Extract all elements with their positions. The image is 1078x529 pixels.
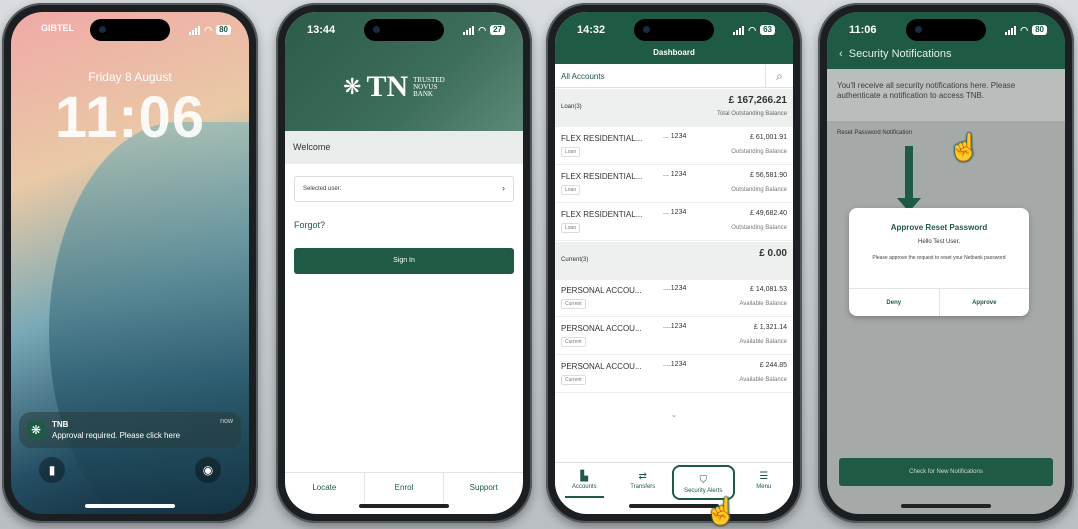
login-screen: ❋ TN TRUSTED NOVUS BANK 13:44 ◠ 27 Welco… [285, 12, 523, 514]
all-accounts-tab[interactable]: All Accounts [561, 72, 605, 81]
lock-date: Friday 8 August [88, 70, 172, 84]
signal-icon [733, 25, 745, 35]
signal-icon [189, 25, 201, 35]
selected-user-field[interactable]: Selected user: › [294, 176, 514, 202]
phone-lock-screen: GIBTEL ◠ 80 Friday 8 August 11:06 ❋ TNB … [2, 3, 258, 523]
group-total: £ 0.00 [759, 248, 787, 259]
carrier-label: GIBTEL [41, 23, 74, 33]
wifi-icon: ◠ [748, 24, 757, 35]
account-row[interactable]: PERSONAL ACCOU... ....1234 Current £ 1,3… [555, 318, 793, 355]
security-info: You'll receive all security notification… [827, 69, 1065, 121]
tn-logo: ❋ TN TRUSTED NOVUS BANK [343, 70, 445, 103]
welcome-header: Welcome [285, 131, 523, 164]
dialog-greeting: Hello Test User, [918, 239, 960, 245]
phone-dashboard: Dashboard 14:32 ◠ 63 All Accounts ⌕ Loan… [546, 3, 802, 523]
battery-icon: 27 [490, 25, 505, 35]
account-type-badge: Current [561, 299, 586, 309]
notification-app: TNB [52, 420, 69, 429]
account-type-badge: Current [561, 375, 586, 385]
status-bar: 11:06 ◠ 80 [849, 22, 1047, 38]
tap-hand-icon: ☝ [705, 496, 738, 526]
approve-button[interactable]: Approve [940, 289, 1030, 316]
dashboard-screen: Dashboard 14:32 ◠ 63 All Accounts ⌕ Loan… [555, 12, 793, 514]
clock: 14:32 [577, 24, 606, 36]
account-type-badge: Loan [561, 223, 581, 233]
account-type-badge: Loan [561, 147, 581, 157]
flashlight-icon[interactable]: ▮ [39, 457, 65, 483]
nav-accounts[interactable]: ▙ Accounts [555, 463, 614, 502]
clock: 11:06 [849, 24, 877, 36]
status-bar: 13:44 ◠ 27 [307, 22, 505, 38]
account-row[interactable]: PERSONAL ACCOU... ....1234 Current £ 14,… [555, 280, 793, 317]
bottom-nav: ▙ Accounts ⇄ Transfers ⛉ Security Alerts… [555, 462, 793, 502]
tap-hand-icon: ☝ [948, 132, 981, 162]
wifi-icon: ◠ [1020, 24, 1029, 35]
battery-icon: 80 [1032, 25, 1047, 35]
security-screen: ‹ Security Notifications 11:06 ◠ 80 You'… [827, 12, 1065, 514]
enrol-link[interactable]: Enrol [365, 473, 445, 502]
tn-logo-icon: ❋ [343, 74, 362, 99]
deny-button[interactable]: Deny [849, 289, 940, 316]
search-icon[interactable]: ⌕ [765, 64, 793, 88]
dialog-message: Please approve the request to reset your… [872, 255, 1006, 261]
shield-icon: ⛉ [699, 475, 708, 486]
chevron-down-icon[interactable]: ⌄ [555, 410, 793, 419]
dashboard-title: Dashboard [653, 48, 695, 57]
camera-icon[interactable]: ◉ [195, 457, 221, 483]
home-indicator[interactable] [85, 504, 175, 508]
sign-in-button[interactable]: Sign In [294, 248, 514, 274]
support-link[interactable]: Support [444, 473, 523, 502]
security-title: Security Notifications [848, 48, 952, 60]
nav-transfers[interactable]: ⇄ Transfers [614, 463, 673, 502]
wallpaper-wave [49, 122, 249, 514]
account-row[interactable]: FLEX RESIDENTIAL... ... 1234 Loan £ 49,6… [555, 204, 793, 241]
notification-banner[interactable]: ❋ TNB Approval required. Please click he… [19, 412, 241, 448]
notification-message: Approval required. Please click here [52, 431, 181, 440]
status-bar: 14:32 ◠ 63 [577, 22, 775, 38]
forgot-link[interactable]: Forgot? [294, 220, 325, 230]
home-indicator[interactable] [901, 504, 991, 508]
phone-security: ‹ Security Notifications 11:06 ◠ 80 You'… [818, 3, 1074, 523]
tnb-app-icon: ❋ [27, 421, 45, 439]
nav-menu[interactable]: ☰ Menu [735, 463, 794, 502]
signal-icon [1005, 25, 1017, 35]
battery-icon: 63 [760, 25, 775, 35]
nav-security-alerts[interactable]: ⛉ Security Alerts [672, 465, 735, 500]
account-row[interactable]: FLEX RESIDENTIAL... ... 1234 Loan £ 61,0… [555, 128, 793, 165]
account-type-badge: Current [561, 337, 586, 347]
account-row[interactable]: FLEX RESIDENTIAL... ... 1234 Loan £ 56,5… [555, 166, 793, 203]
reset-password-notification[interactable]: Reset Password Notification [837, 130, 912, 136]
wifi-icon: ◠ [204, 24, 213, 35]
dynamic-island [90, 19, 170, 41]
back-icon[interactable]: ‹ [839, 48, 843, 60]
clock: 13:44 [307, 24, 336, 36]
account-type-badge: Loan [561, 185, 581, 195]
wifi-icon: ◠ [478, 24, 487, 35]
battery-icon: 80 [216, 25, 231, 35]
group-header-loan: Loan(3) £ 167,266.21 Total Outstanding B… [555, 89, 793, 127]
check-notifications-button[interactable]: Check for New Notifications [839, 458, 1053, 486]
account-row[interactable]: PERSONAL ACCOU... ....1234 Current £ 244… [555, 356, 793, 393]
locate-link[interactable]: Locate [285, 473, 365, 502]
accounts-filter-bar: All Accounts ⌕ [555, 64, 793, 88]
arrow-down-icon [905, 146, 913, 202]
selected-user-label: Selected user: [303, 186, 342, 192]
transfers-icon: ⇄ [638, 471, 647, 482]
approve-dialog: Approve Reset Password Hello Test User, … [849, 208, 1029, 316]
lock-screen: GIBTEL ◠ 80 Friday 8 August 11:06 ❋ TNB … [11, 12, 249, 514]
chevron-right-icon: › [502, 183, 505, 193]
login-footer: Locate Enrol Support [285, 472, 523, 502]
group-header-current: Current(3) £ 0.00 [555, 242, 793, 280]
menu-icon: ☰ [759, 471, 769, 482]
notification-time: now [220, 418, 233, 425]
status-bar: ◠ 80 [171, 22, 231, 38]
group-total: £ 167,266.21 [728, 95, 787, 106]
accounts-icon: ▙ [580, 471, 589, 482]
lock-time: 11:06 [54, 85, 206, 150]
signal-icon [463, 25, 475, 35]
dialog-title: Approve Reset Password [890, 223, 988, 232]
home-indicator[interactable] [359, 504, 449, 508]
phone-login: ❋ TN TRUSTED NOVUS BANK 13:44 ◠ 27 Welco… [276, 3, 532, 523]
